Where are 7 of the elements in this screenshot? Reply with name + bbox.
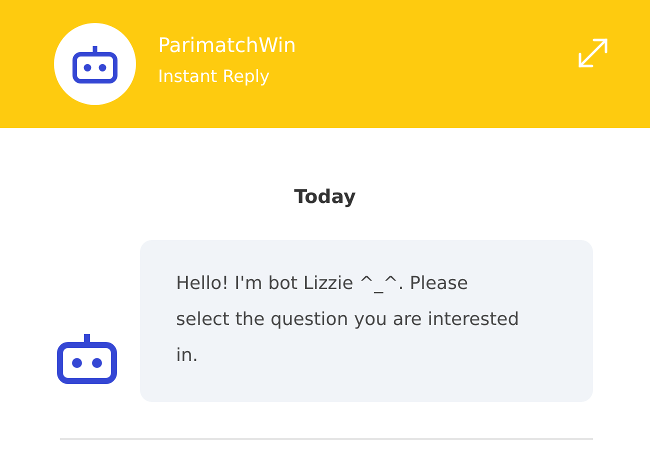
- date-divider: Today: [294, 186, 356, 208]
- expand-icon[interactable]: [576, 36, 610, 70]
- chat-title: ParimatchWin: [158, 33, 298, 57]
- robot-icon: [55, 332, 119, 384]
- message-bubble: Hello! I'm bot Lizzie ^_^. Please select the question you are interested in.: [140, 240, 593, 402]
- chat-subtitle: Instant Reply: [158, 67, 271, 87]
- robot-icon: [71, 44, 119, 84]
